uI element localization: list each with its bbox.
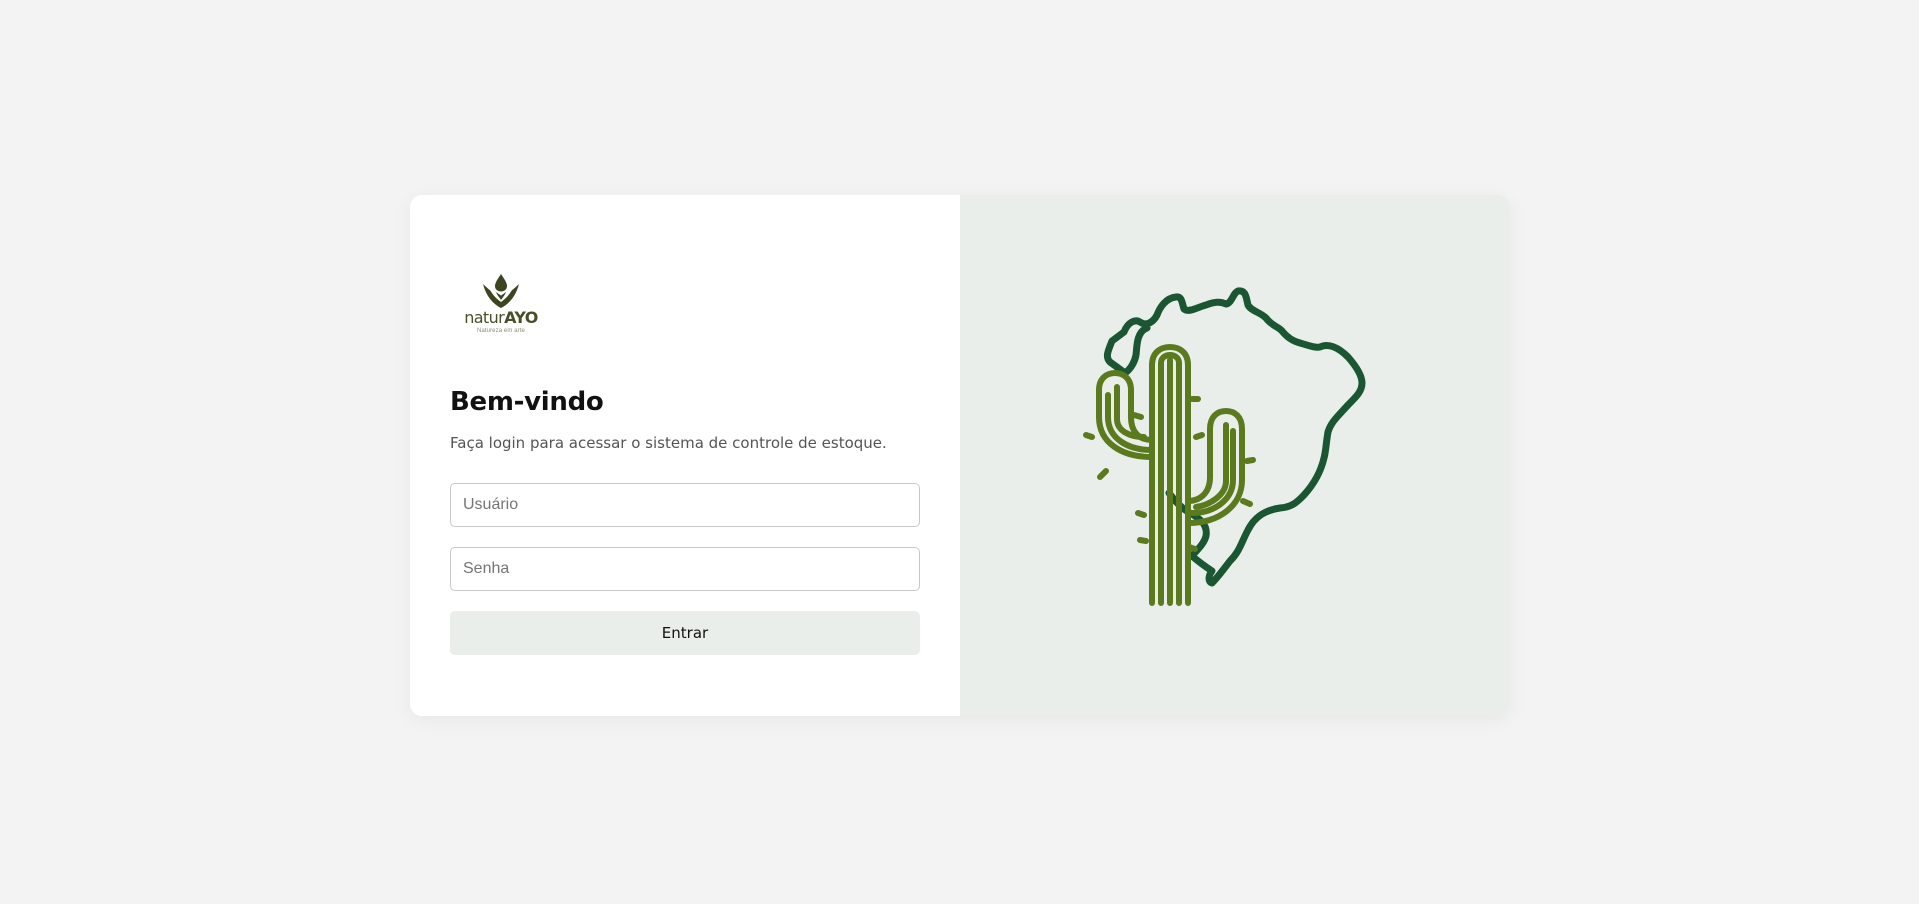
login-panel: naturAYO Natureza em arte Bem-vindo Faça… [410, 195, 960, 716]
login-card: naturAYO Natureza em arte Bem-vindo Faça… [410, 195, 1510, 716]
brand-logo: naturAYO Natureza em arte [459, 272, 543, 338]
brand-wordmark: naturAYO [464, 308, 538, 327]
page-title: Bem-vindo [450, 387, 604, 417]
lotus-drop-icon [483, 274, 519, 308]
cactus-brazil-map-icon [1083, 287, 1366, 606]
username-input[interactable] [450, 483, 920, 527]
page-subtitle: Faça login para acessar o sistema de con… [450, 434, 887, 452]
brand-tagline: Natureza em arte [477, 328, 525, 334]
illustration-panel [960, 195, 1510, 716]
password-input[interactable] [450, 547, 920, 591]
login-button[interactable]: Entrar [450, 611, 920, 655]
